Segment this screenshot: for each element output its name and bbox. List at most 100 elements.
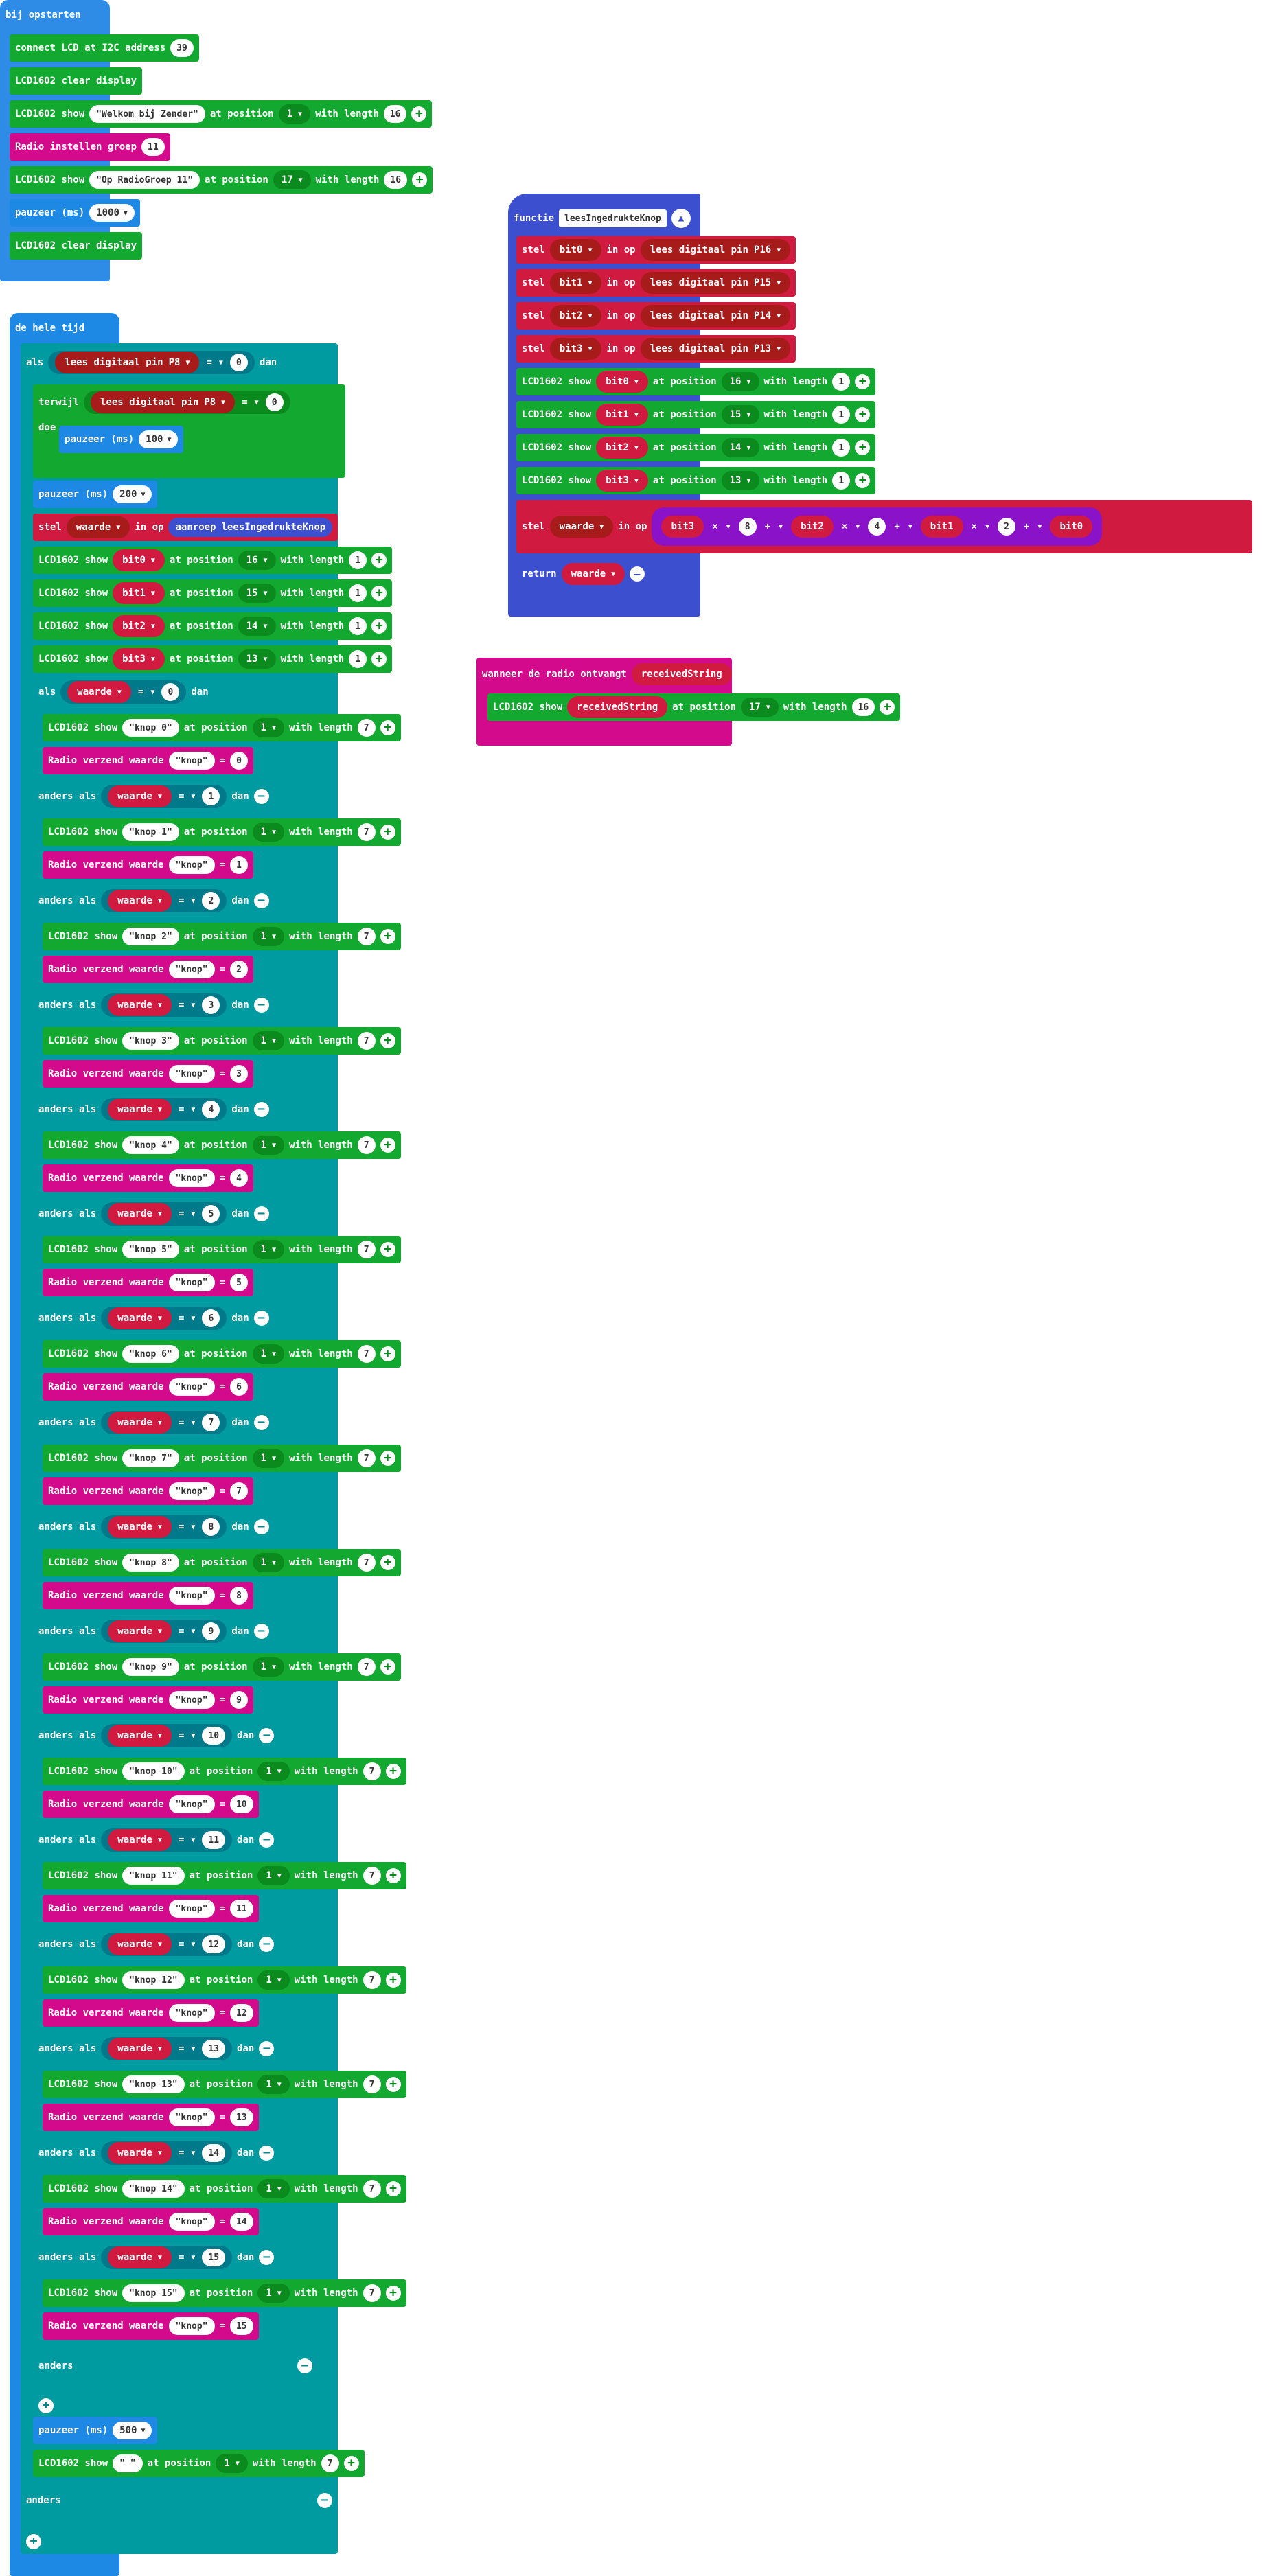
condition-compare[interactable]: waarde ▼ = ▼ 3 xyxy=(101,993,227,1017)
radio-send-value[interactable]: Radio verzend waarde "knop" = 15 xyxy=(43,2312,259,2340)
compare-value-input[interactable]: 12 xyxy=(202,1935,226,1953)
else-if-waarde-9[interactable]: anders als waarde ▼ = ▼ 9 dan − xyxy=(33,1618,318,1645)
compare-value-input[interactable]: 15 xyxy=(202,2249,226,2266)
minus-icon[interactable]: − xyxy=(253,1624,269,1639)
condition-compare[interactable]: waarde ▼ = ▼ 15 xyxy=(101,2246,233,2269)
minus-icon[interactable]: − xyxy=(259,1728,275,1743)
lcd-show-knop[interactable]: LCD1602 show "knop 10" at position 1 ▼ with l… xyxy=(43,1758,406,1785)
length-input[interactable]: 7 xyxy=(357,1136,376,1154)
compare-value-input[interactable]: 2 xyxy=(202,892,220,910)
variable-pill[interactable]: waarde ▼ xyxy=(108,1829,172,1851)
position-dropdown[interactable]: 1 ▼ xyxy=(257,2284,290,2303)
knop-string-input[interactable]: "knop 11" xyxy=(122,1867,185,1885)
send-value-input[interactable]: 6 xyxy=(229,1378,248,1396)
variable-pill[interactable]: bit0 ▼ xyxy=(113,549,165,571)
pause-500-block[interactable]: pauzeer (ms) 500 ▼ xyxy=(33,2417,158,2444)
else-if-waarde-2[interactable]: anders als waarde ▼ = ▼ 2 dan − xyxy=(33,887,318,915)
variable-pill[interactable]: bit3 xyxy=(661,516,704,538)
key-string-input[interactable]: "knop" xyxy=(168,2004,215,2022)
outer-else-label[interactable]: anders − xyxy=(21,2487,338,2514)
return-block[interactable]: return waarde ▼ − xyxy=(516,560,650,588)
variable-pill[interactable]: waarde ▼ xyxy=(108,1099,172,1120)
radio-send-value[interactable]: Radio verzend waarde "knop" = 2 xyxy=(43,956,253,983)
condition-compare[interactable]: waarde ▼ = ▼ 10 xyxy=(101,1724,233,1747)
position-dropdown[interactable]: 1 ▼ xyxy=(252,718,284,737)
length-input[interactable]: 7 xyxy=(357,1032,376,1050)
lcd-show-knop[interactable]: LCD1602 show "knop 8" at position 1 ▼ with le… xyxy=(43,1549,401,1576)
send-value-input[interactable]: 1 xyxy=(229,856,248,874)
knop-string-input[interactable]: "knop 0" xyxy=(122,719,179,737)
length-input[interactable]: 1 xyxy=(832,472,851,490)
compare-value-input[interactable]: 1 xyxy=(202,787,220,805)
plus-icon[interactable]: + xyxy=(380,1659,395,1675)
minus-icon[interactable]: − xyxy=(253,1415,269,1430)
variable-pill[interactable]: waarde ▼ xyxy=(108,2246,172,2268)
lcd-show-knop[interactable]: LCD1602 show "knop 9" at position 1 ▼ with le… xyxy=(43,1653,401,1681)
length-input[interactable]: 1 xyxy=(349,617,367,635)
lcd-show-bit1[interactable]: LCD1602 show bit1 ▼ at position 15 ▼ with … xyxy=(33,579,393,607)
length-input[interactable]: 7 xyxy=(363,1762,381,1780)
key-string-input[interactable]: "knop" xyxy=(168,1274,215,1291)
condition-compare[interactable]: waarde ▼ = ▼ 2 xyxy=(101,889,227,912)
send-value-input[interactable]: 9 xyxy=(229,1691,248,1709)
condition-compare[interactable]: waarde ▼ = ▼ 13 xyxy=(101,2037,233,2060)
pause-dropdown[interactable]: 200 ▼ xyxy=(113,485,152,503)
radio-send-value[interactable]: Radio verzend waarde "knop" = 3 xyxy=(43,1060,253,1088)
key-string-input[interactable]: "knop" xyxy=(168,2317,215,2335)
knop-string-input[interactable]: "knop 4" xyxy=(122,1136,179,1154)
sum-expression[interactable]: bit3 × ▼ 8 + ▼ bit2 × ▼ 4 + ▼ bit1 × ▼ 2 + ▼ b… xyxy=(652,507,1103,546)
else-if-waarde-5[interactable]: anders als waarde ▼ = ▼ 5 dan − xyxy=(33,1200,318,1228)
variable-pill[interactable]: waarde ▼ xyxy=(108,1933,172,1955)
else-if-waarde-4[interactable]: anders als waarde ▼ = ▼ 4 dan − xyxy=(33,1096,318,1123)
lcd-show-bit[interactable]: LCD1602 show bit0 ▼ at position 16 ▼ with leng… xyxy=(516,368,876,395)
position-dropdown[interactable]: 1 ▼ xyxy=(278,104,311,124)
knop-string-input[interactable]: "knop 12" xyxy=(122,1971,185,1989)
knop-string-input[interactable]: "knop 8" xyxy=(122,1554,179,1572)
condition-compare[interactable]: waarde ▼ = ▼ 6 xyxy=(101,1307,227,1330)
variable-pill[interactable]: waarde ▼ xyxy=(108,2142,172,2164)
position-dropdown[interactable]: 16 ▼ xyxy=(721,372,759,391)
length-input[interactable]: 7 xyxy=(357,1449,376,1467)
variable-pill[interactable]: bit1 ▼ xyxy=(113,582,165,604)
length-input[interactable]: 1 xyxy=(832,406,851,424)
send-value-input[interactable]: 15 xyxy=(229,2317,253,2335)
knop-string-input[interactable]: "knop 13" xyxy=(122,2075,185,2093)
key-string-input[interactable]: "knop" xyxy=(168,2108,215,2126)
minus-icon[interactable]: − xyxy=(253,1519,269,1534)
position-dropdown[interactable]: 17 ▼ xyxy=(740,698,779,717)
knop-string-input[interactable]: "knop 14" xyxy=(122,2180,185,2198)
while-condition[interactable]: lees digitaal pin P8 ▼ = ▼ 0 xyxy=(84,391,290,414)
compare-value-input[interactable]: 7 xyxy=(202,1414,220,1431)
minus-icon[interactable]: − xyxy=(253,1311,269,1326)
radio-send-value[interactable]: Radio verzend waarde "knop" = 11 xyxy=(43,1895,259,1922)
variable-pill[interactable]: bit1 ▼ xyxy=(596,404,648,426)
multiplier-input[interactable]: 4 xyxy=(868,518,886,536)
plus-icon[interactable]: + xyxy=(380,1033,395,1048)
variable-dropdown[interactable]: bit0 ▼ xyxy=(549,239,602,261)
plus-icon[interactable]: + xyxy=(385,1868,401,1883)
function-name-input[interactable]: leesIngedrukteKnop xyxy=(559,209,667,227)
knop-string-input[interactable]: "knop 10" xyxy=(122,1762,185,1780)
plus-icon[interactable]: + xyxy=(380,1346,395,1361)
send-value-input[interactable]: 8 xyxy=(229,1587,248,1605)
compare-value-input[interactable]: 10 xyxy=(202,1727,226,1745)
radio-send-value[interactable]: Radio verzend waarde "knop" = 8 xyxy=(43,1582,253,1609)
radio-send-value[interactable]: Radio verzend waarde "knop" = 13 xyxy=(43,2104,259,2131)
else-if-waarde-7[interactable]: anders als waarde ▼ = ▼ 7 dan − xyxy=(33,1409,318,1436)
condition-compare[interactable]: waarde ▼ = ▼ 7 xyxy=(101,1411,227,1434)
length-input[interactable]: 16 xyxy=(851,698,875,716)
radio-send-value[interactable]: Radio verzend waarde "knop" = 1 xyxy=(43,851,253,879)
compare-value-input[interactable]: 9 xyxy=(202,1622,220,1640)
if-waarde-0[interactable]: als waarde ▼ = ▼ 0 dan xyxy=(33,678,318,706)
plus-icon[interactable]: + xyxy=(380,1451,395,1466)
variable-pill[interactable]: waarde ▼ xyxy=(108,1203,172,1225)
condition-compare[interactable]: waarde ▼ = ▼ 4 xyxy=(101,1098,227,1121)
minus-icon[interactable]: − xyxy=(259,1832,275,1848)
position-dropdown[interactable]: 1 ▼ xyxy=(252,1657,284,1677)
outer-add-else[interactable]: + xyxy=(21,2528,47,2555)
function-header[interactable]: functie leesIngedrukteKnop ▲ xyxy=(508,205,696,232)
pause-dropdown[interactable]: 100 ▼ xyxy=(139,430,179,448)
minus-icon[interactable]: − xyxy=(297,2358,312,2373)
lcd-show-bit[interactable]: LCD1602 show bit3 ▼ at position 13 ▼ with leng… xyxy=(516,467,876,494)
compare-value-input[interactable]: 0 xyxy=(229,354,248,371)
